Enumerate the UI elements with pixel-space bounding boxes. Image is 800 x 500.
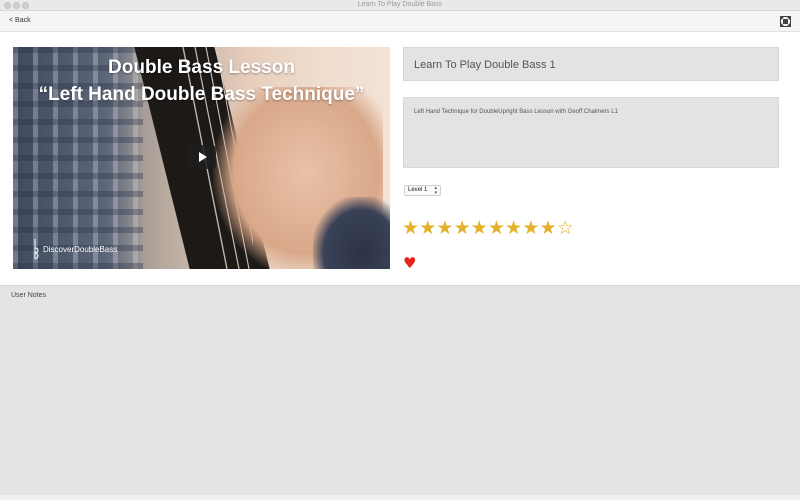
select-arrows-icon: ▴ ▾ (434, 185, 437, 196)
video-player[interactable]: Double Bass Lesson “Left Hand Double Bas… (13, 47, 390, 269)
bass-logo-icon (34, 239, 39, 260)
play-icon[interactable] (188, 145, 216, 169)
bottom-edge (0, 495, 800, 500)
lesson-content: Double Bass Lesson “Left Hand Double Bas… (0, 32, 800, 285)
rating-stars[interactable]: ★ ★ ★ ★ ★ ★ ★ ★ ★ ☆ (402, 218, 574, 238)
star-filled-icon[interactable]: ★ (454, 218, 471, 238)
level-select-value: Level 1 (408, 187, 428, 193)
toolbar: < Back (0, 11, 800, 32)
video-title-line-2: “Left Hand Double Bass Technique” (38, 84, 365, 105)
star-filled-icon[interactable]: ★ (402, 218, 419, 238)
star-filled-icon[interactable]: ★ (436, 218, 453, 238)
app-window: Learn To Play Double Bass < Back Double … (0, 0, 800, 500)
back-button[interactable]: < Back (9, 17, 31, 24)
star-filled-icon[interactable]: ★ (419, 218, 436, 238)
star-filled-icon[interactable]: ★ (471, 218, 488, 238)
user-notes-label: User Notes (11, 292, 47, 299)
video-title-line-1: Double Bass Lesson (108, 57, 295, 78)
star-filled-icon[interactable]: ★ (522, 218, 539, 238)
level-select[interactable]: Level 1 ▴ ▾ (404, 185, 441, 196)
user-notes-input[interactable] (0, 302, 800, 496)
star-empty-icon[interactable]: ☆ (557, 218, 574, 238)
user-notes-panel: User Notes (0, 285, 800, 496)
fullscreen-icon[interactable] (780, 16, 791, 27)
star-filled-icon[interactable]: ★ (540, 218, 557, 238)
lesson-title-field: Learn To Play Double Bass 1 (403, 47, 779, 81)
brand-logo: DiscoverDoubleBass (31, 238, 117, 260)
heart-icon[interactable]: ♥ (403, 254, 416, 272)
window-title: Learn To Play Double Bass (357, 1, 443, 8)
star-filled-icon[interactable]: ★ (505, 218, 522, 238)
lesson-title: Learn To Play Double Bass 1 (414, 59, 556, 71)
video-thumbnail-sleeve (313, 197, 390, 269)
lesson-description: Left Hand Technique for DoubleUpright Ba… (414, 109, 618, 115)
brand-name: DiscoverDoubleBass (43, 244, 118, 254)
title-bar: Learn To Play Double Bass (0, 0, 800, 11)
video-thumbnail-shirt (13, 47, 143, 269)
star-filled-icon[interactable]: ★ (488, 218, 505, 238)
lesson-description-field: Left Hand Technique for DoubleUpright Ba… (403, 97, 779, 168)
